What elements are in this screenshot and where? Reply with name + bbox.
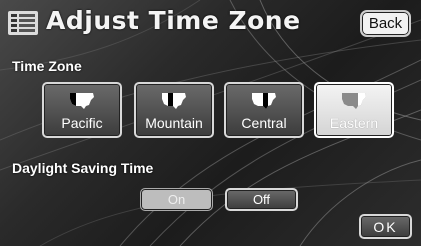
back-button[interactable]: Back (360, 10, 411, 37)
list-icon (8, 11, 38, 35)
time-zone-pacific-label: Pacific (61, 115, 103, 131)
time-zone-eastern-label: Eastern (329, 115, 379, 131)
time-zone-eastern-button[interactable]: Eastern (314, 82, 394, 138)
daylight-saving-off-button[interactable]: Off (225, 188, 298, 211)
us-map-pacific-icon (70, 93, 94, 109)
time-zone-mountain-label: Mountain (145, 115, 203, 131)
time-zone-pacific-button[interactable]: Pacific (42, 82, 122, 138)
time-zone-mountain-button[interactable]: Mountain (134, 82, 214, 138)
adjust-time-zone-screen: Adjust Time Zone Back Time Zone Pacific … (0, 0, 421, 246)
us-map-mountain-icon (162, 93, 186, 109)
daylight-saving-label: Daylight Saving Time (12, 160, 154, 176)
time-zone-central-label: Central (241, 115, 287, 131)
time-zone-central-button[interactable]: Central (224, 82, 304, 138)
us-map-eastern-icon (342, 93, 366, 109)
ok-button[interactable]: OK (359, 214, 412, 239)
us-map-central-icon (252, 93, 276, 109)
daylight-saving-on-button[interactable]: On (140, 188, 213, 211)
page-title: Adjust Time Zone (46, 6, 301, 35)
time-zone-label: Time Zone (12, 58, 82, 74)
